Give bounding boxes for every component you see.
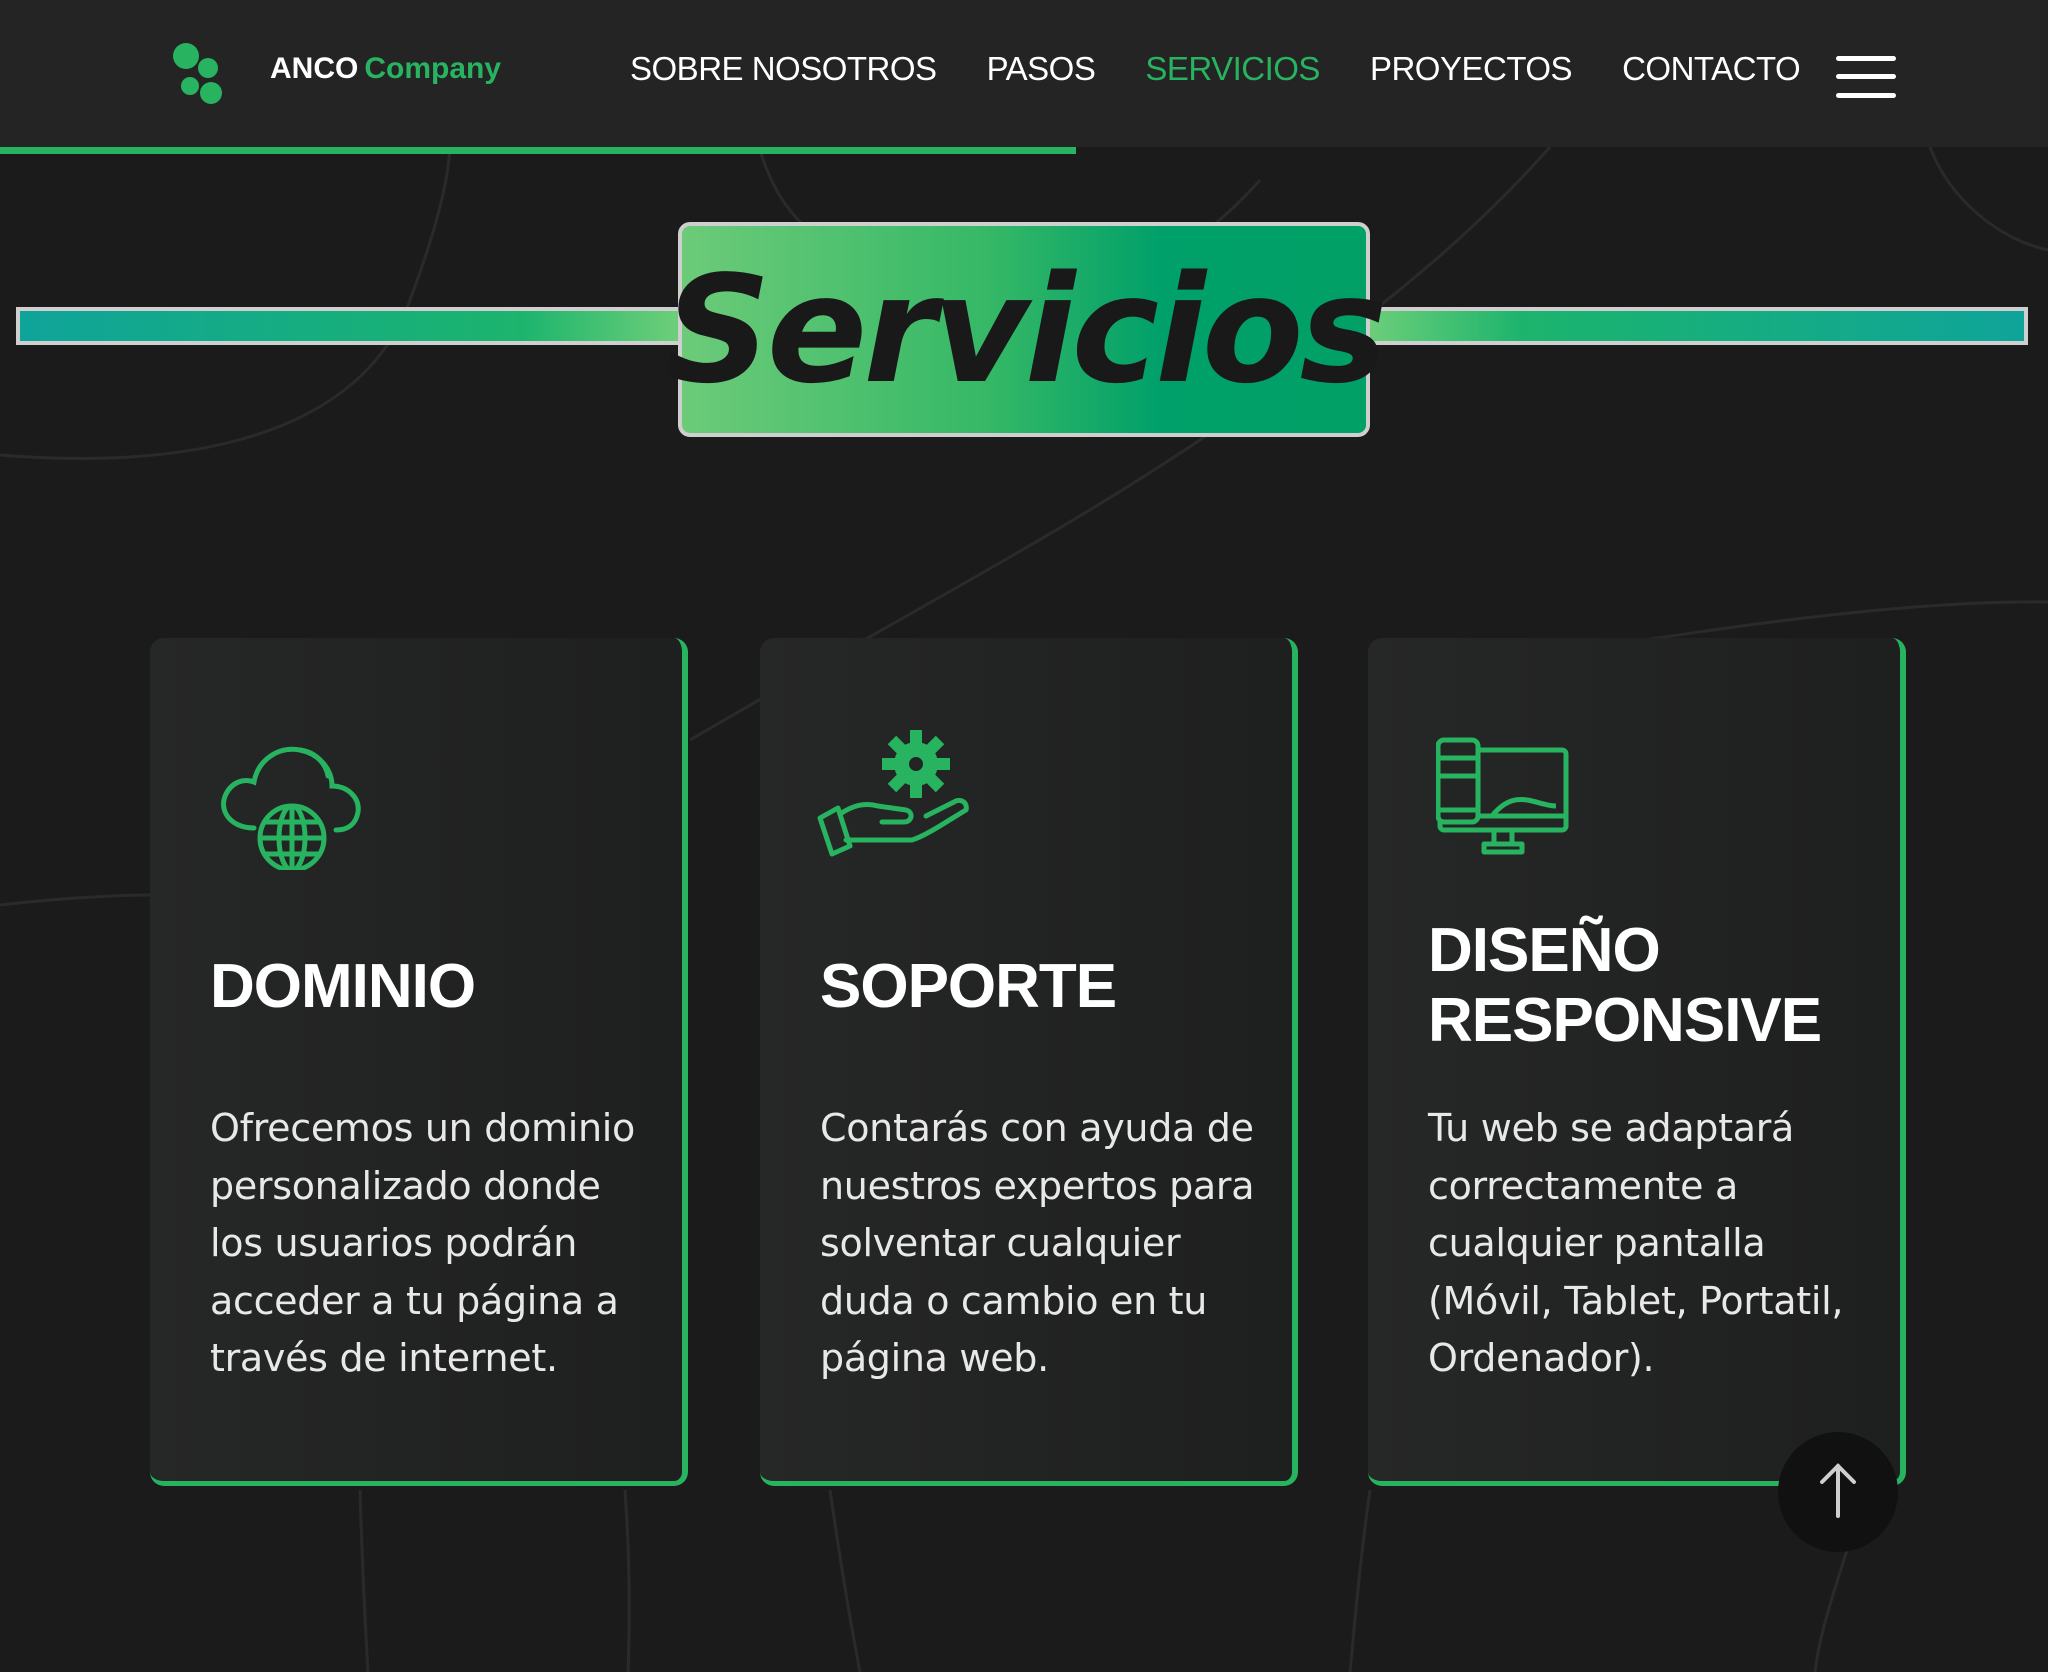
- nav-proyectos[interactable]: PROYECTOS: [1370, 50, 1573, 88]
- nav-pasos[interactable]: PASOS: [987, 50, 1096, 88]
- service-card-dominio: DOMINIO Ofrecemos un dominio personaliza…: [150, 638, 688, 1486]
- brand-name[interactable]: ANCO Company: [270, 52, 501, 86]
- scroll-progress-bar: [0, 147, 1076, 154]
- arrow-up-icon: [1820, 1463, 1856, 1518]
- nav-contacto[interactable]: CONTACTO: [1622, 50, 1801, 88]
- responsive-devices-icon: [1436, 737, 1569, 855]
- cloud-globe-icon: [221, 746, 361, 870]
- brand-main: ANCO: [270, 52, 359, 85]
- card-title: DOMINIO: [210, 952, 476, 1021]
- logo-icon[interactable]: [168, 38, 244, 106]
- section-title-box: Servicios: [664, 222, 1388, 437]
- card-text: Ofrecemos un dominio personalizado donde…: [210, 1106, 635, 1380]
- hamburger-icon[interactable]: [1836, 56, 1896, 98]
- nav-servicios[interactable]: SERVICIOS: [1145, 50, 1320, 88]
- service-card-diseno-responsive: DISEÑO RESPONSIVE Tu web se adaptará cor…: [1368, 638, 1906, 1486]
- brand-accent: Company: [364, 52, 502, 85]
- card-text: Tu web se adaptará correctamente a cualq…: [1428, 1106, 1844, 1380]
- main-nav: SOBRE NOSOTROS PASOS SERVICIOS PROYECTOS…: [630, 50, 1801, 88]
- service-card-soporte: SOPORTE Contarás con ayuda de nuestros e…: [760, 638, 1298, 1486]
- section-title: Servicios: [664, 243, 1387, 416]
- card-title: DISEÑO RESPONSIVE: [1428, 916, 1822, 1055]
- hand-gear-icon: [817, 730, 969, 857]
- card-title: SOPORTE: [820, 952, 1117, 1021]
- scroll-to-top-button[interactable]: [1778, 1432, 1898, 1552]
- card-text: Contarás con ayuda de nuestros expertos …: [820, 1106, 1255, 1380]
- nav-sobre-nosotros[interactable]: SOBRE NOSOTROS: [630, 50, 937, 88]
